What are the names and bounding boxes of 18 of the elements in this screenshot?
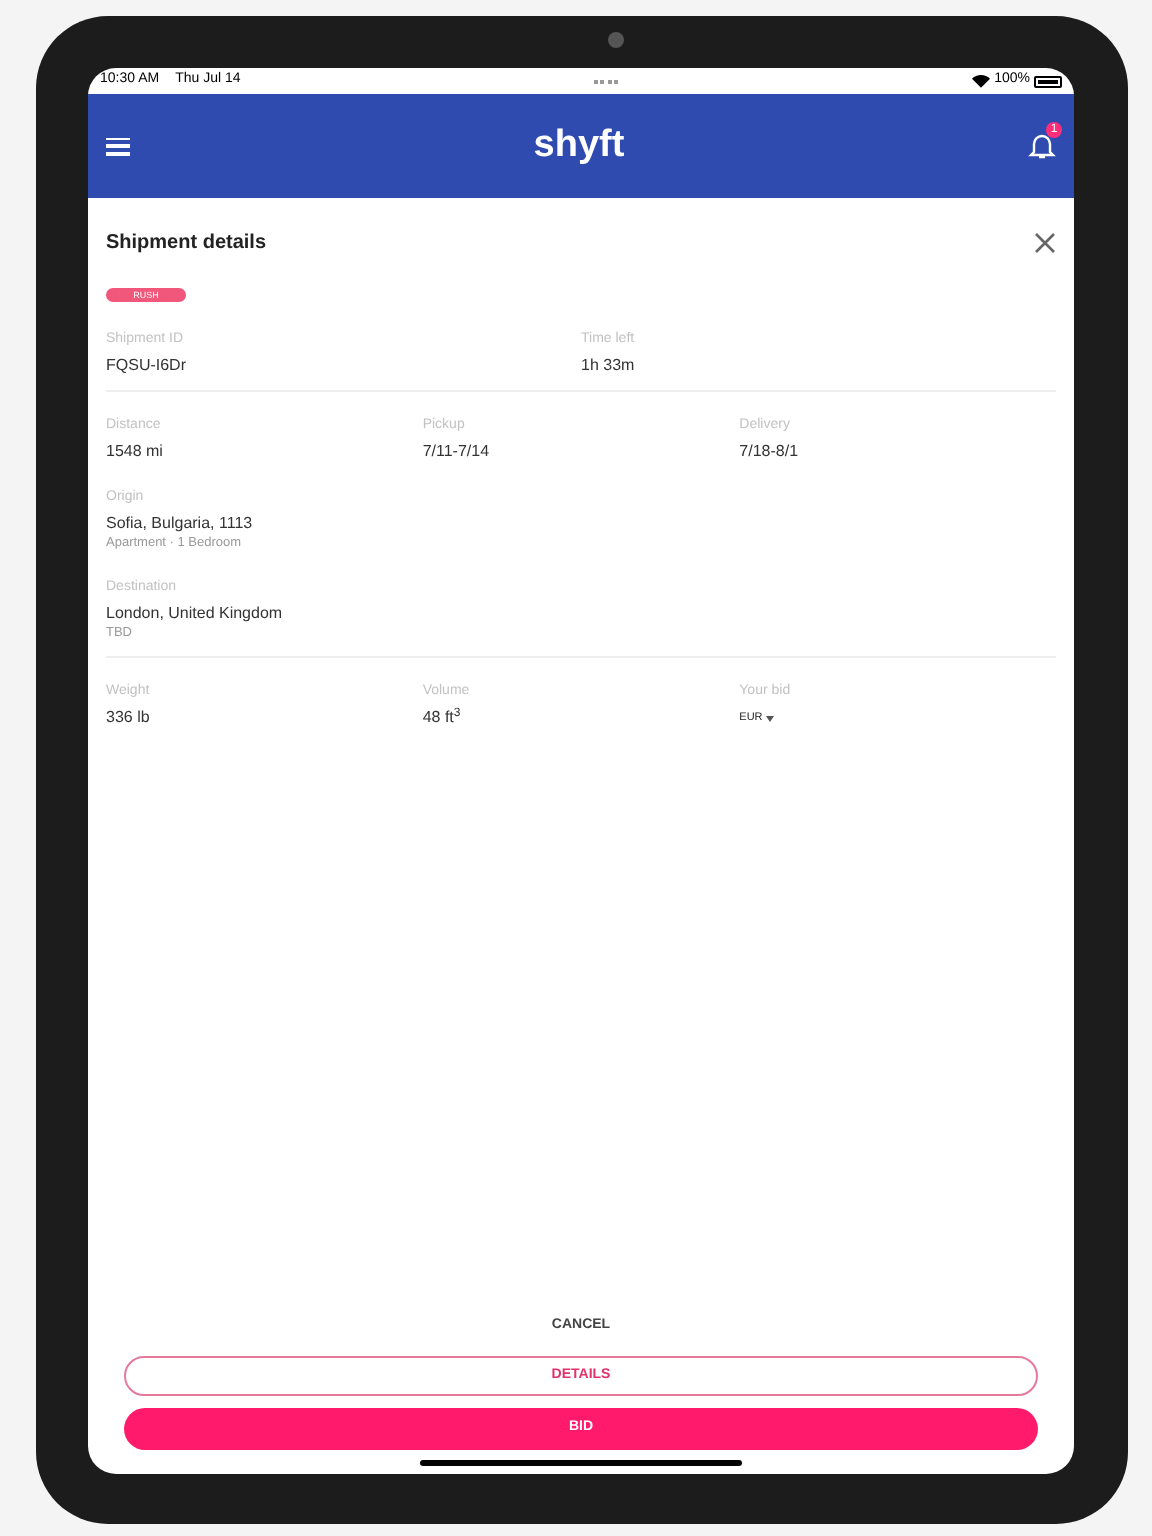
field-value: 7/11-7/14 <box>422 442 492 462</box>
menu-icon[interactable] <box>106 137 130 155</box>
battery-icon <box>1034 75 1062 87</box>
panel-title: Shipment details <box>106 230 267 258</box>
bell-icon[interactable] <box>1028 132 1056 160</box>
caret-icon <box>766 715 775 722</box>
field-value: 336 lb <box>106 708 152 728</box>
field-value: London, United Kingdom <box>106 604 285 624</box>
field-value: 7/18-8/1 <box>739 442 801 462</box>
field-value: 1548 mi <box>106 442 165 462</box>
app-logo: shyft <box>531 121 627 170</box>
field-value: 1h 33m <box>581 356 637 376</box>
camera-icon <box>608 32 624 48</box>
close-icon[interactable] <box>1034 232 1056 254</box>
wifi-icon <box>972 74 991 88</box>
field-value: Sofia, Bulgaria, 1113 <box>106 514 255 534</box>
field-value: FQSU-I6Dr <box>106 356 188 376</box>
field-value: 48 ft$^{3}$ <box>422 708 463 728</box>
